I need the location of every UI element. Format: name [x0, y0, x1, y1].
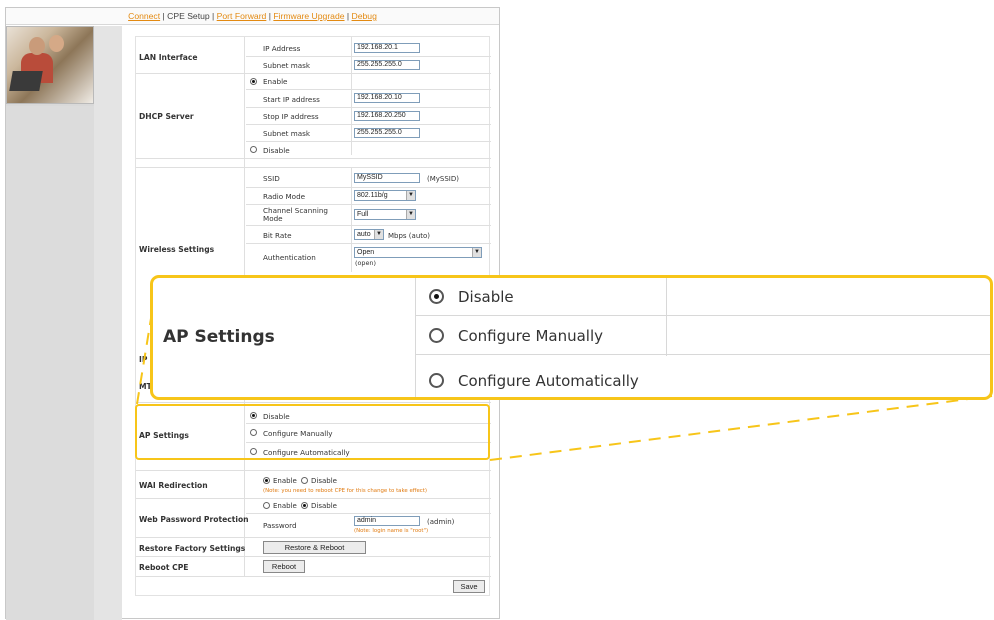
nav-debug[interactable]: Debug	[352, 11, 377, 21]
zoom-ap-section-label: AP Settings	[163, 327, 275, 347]
bit-rate-select[interactable]: auto ▼	[354, 229, 384, 240]
ssid-label: SSID	[263, 174, 280, 183]
dhcp-stop-field[interactable]: 192.168.20.250	[354, 111, 420, 121]
reboot-button[interactable]: Reboot	[263, 560, 305, 573]
bit-rate-hint: Mbps (auto)	[388, 232, 431, 240]
restore-reboot-button[interactable]: Restore & Reboot	[263, 541, 366, 554]
dhcp-enable-radio[interactable]	[250, 78, 257, 85]
radio-mode-select[interactable]: 802.11b/g ▼	[354, 190, 416, 201]
password-field[interactable]: admin	[354, 516, 420, 526]
zoom-ap-disable-label: Disable	[458, 288, 514, 306]
zoom-ap-auto-radio[interactable]	[429, 373, 444, 388]
radio-mode-label: Radio Mode	[263, 192, 306, 201]
wireless-section-label: Wireless Settings	[139, 245, 215, 254]
nav-cpe-setup[interactable]: CPE Setup	[167, 11, 210, 21]
reboot-section-label: Reboot CPE	[139, 563, 189, 572]
dhcp-section-label: DHCP Server	[139, 112, 194, 121]
wai-disable-label: Disable	[311, 477, 337, 485]
dhcp-start-field[interactable]: 192.168.20.10	[354, 93, 420, 103]
webpw-section-label: Web Password Protection	[139, 515, 249, 524]
password-note: (Note: login name is "root")	[354, 528, 429, 534]
dhcp-disable-radio[interactable]	[250, 146, 257, 153]
dhcp-enable-label: Enable	[263, 77, 288, 86]
channel-scan-label: Channel Scanning Mode	[263, 206, 328, 223]
chevron-down-icon: ▼	[472, 248, 481, 257]
save-button[interactable]: Save	[453, 580, 485, 593]
bit-rate-label: Bit Rate	[263, 231, 292, 240]
sidebar-panel	[6, 106, 94, 620]
ap-settings-highlight	[135, 404, 490, 460]
chevron-down-icon: ▼	[374, 230, 383, 239]
wai-disable-radio[interactable]	[301, 477, 308, 484]
auth-label: Authentication	[263, 253, 316, 262]
nav-port-forward[interactable]: Port Forward	[217, 11, 267, 21]
ap-settings-zoom-callout: AP Settings Disable Configure Manually C…	[150, 275, 993, 400]
channel-scan-select[interactable]: Full ▼	[354, 209, 416, 220]
wai-enable-label: Enable	[273, 477, 297, 485]
top-navigation: Connect | CPE Setup | Port Forward | Fir…	[6, 8, 499, 25]
sidebar-gutter	[94, 26, 122, 620]
dhcp-mask-field[interactable]: 255.255.255.0	[354, 128, 420, 138]
zoom-ap-auto-label: Configure Automatically	[458, 372, 639, 390]
lan-mask-label: Subnet mask	[263, 61, 311, 70]
lan-ip-field[interactable]: 192.168.20.1	[354, 43, 420, 53]
webpw-disable-label: Disable	[311, 502, 337, 510]
dhcp-stop-label: Stop IP address	[263, 112, 319, 121]
zoom-ap-manual-radio[interactable]	[429, 328, 444, 343]
wai-section-label: WAI Redirection	[139, 481, 208, 490]
auth-select[interactable]: Open ▼	[354, 247, 482, 258]
zoom-ap-manual-label: Configure Manually	[458, 327, 604, 345]
dhcp-mask-label: Subnet mask	[263, 129, 311, 138]
lan-ip-label: IP Address	[263, 44, 301, 53]
webpw-enable-label: Enable	[273, 502, 297, 510]
wai-note: (Note: you need to reboot CPE for this c…	[263, 488, 427, 494]
dhcp-start-label: Start IP address	[263, 95, 320, 104]
webpw-enable-radio[interactable]	[263, 502, 270, 509]
password-hint: (admin)	[427, 518, 455, 526]
webpw-disable-radio[interactable]	[301, 502, 308, 509]
dhcp-disable-label: Disable	[263, 146, 290, 155]
chevron-down-icon: ▼	[406, 210, 415, 219]
restore-section-label: Restore Factory Settings	[139, 544, 246, 553]
wai-enable-radio[interactable]	[263, 477, 270, 484]
lan-mask-field[interactable]: 255.255.255.0	[354, 60, 420, 70]
nav-connect[interactable]: Connect	[128, 11, 160, 21]
nav-firmware-upgrade[interactable]: Firmware Upgrade	[273, 11, 344, 21]
password-label: Password	[263, 521, 297, 530]
ssid-field[interactable]: MySSID	[354, 173, 420, 183]
sidebar	[6, 26, 122, 620]
chevron-down-icon: ▼	[406, 191, 415, 200]
lan-section-label: LAN Interface	[139, 53, 198, 62]
auth-hint: (open)	[355, 259, 376, 267]
header-photo	[6, 26, 94, 104]
zoom-ap-disable-radio[interactable]	[429, 289, 444, 304]
ssid-hint: (MySSID)	[427, 175, 459, 183]
